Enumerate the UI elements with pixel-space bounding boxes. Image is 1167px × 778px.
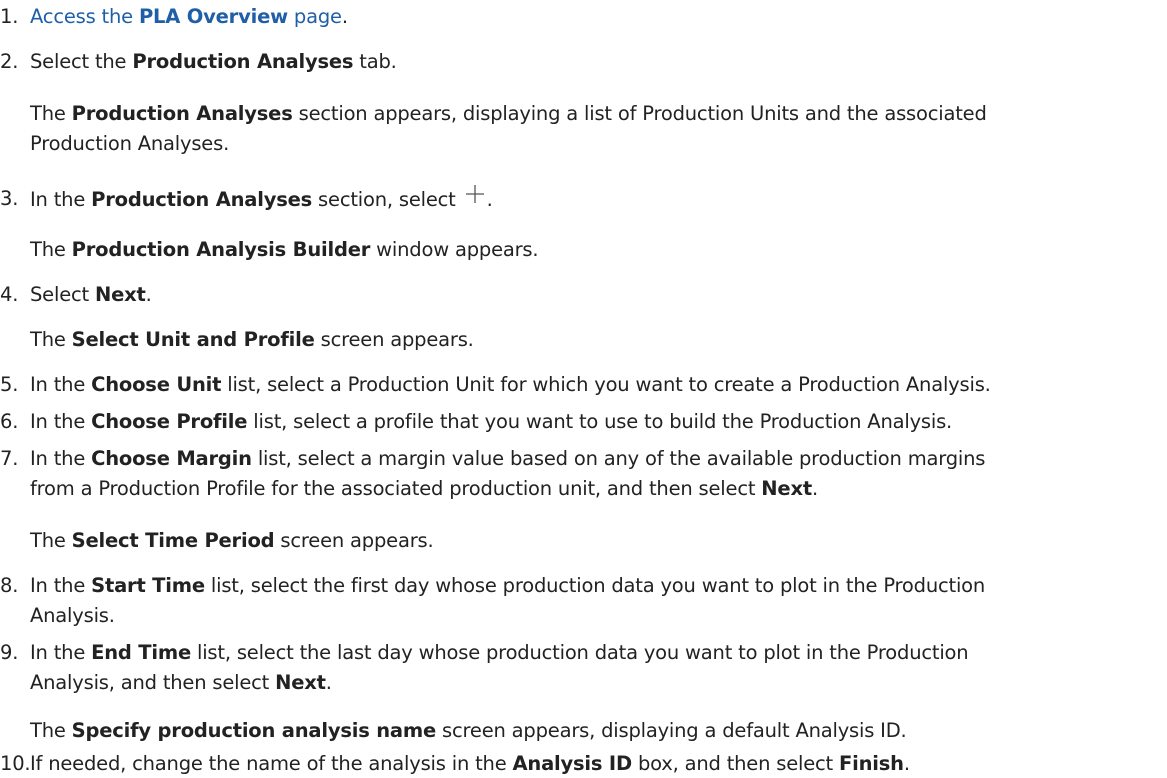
plus-icon: [465, 184, 485, 204]
step-number: 2.: [0, 50, 19, 73]
step-number: 7.: [0, 447, 19, 470]
step-7-result: The Select Time Period screen appears.: [30, 529, 434, 552]
step-text: In the Production Analyses section, sele…: [30, 184, 493, 214]
step-text: In the Start Time list, select the first…: [30, 574, 986, 597]
step-text: Select the Production Analyses tab.: [30, 50, 397, 73]
step-number: 8.: [0, 574, 19, 597]
step-8-line-2: Analysis.: [30, 604, 115, 627]
step-number: 10.: [0, 752, 31, 775]
step-text: In the Choose Profile list, select a pro…: [30, 410, 953, 433]
step-text: In the End Time list, select the last da…: [30, 641, 969, 664]
step-3-result: The Production Analysis Builder window a…: [30, 238, 539, 261]
pla-overview-link[interactable]: Access the PLA Overview page: [30, 5, 342, 28]
step-text: In the Choose Margin list, select a marg…: [30, 447, 986, 470]
step-number: 1.: [0, 5, 19, 28]
step-text: Select Next.: [30, 283, 152, 306]
step-number: 6.: [0, 410, 19, 433]
step-number: 4.: [0, 283, 19, 306]
step-2-result-line-1: The Production Analyses section appears,…: [30, 102, 987, 125]
procedure-steps: 1. Access the PLA Overview page. 2. Sele…: [0, 0, 1167, 775]
step-4-result: The Select Unit and Profile screen appea…: [30, 328, 474, 351]
step-number: 3.: [0, 187, 19, 210]
step-9-line-2: Analysis, and then select Next.: [30, 671, 332, 694]
step-2-result-line-2: Production Analyses.: [30, 132, 230, 155]
step-text: If needed, change the name of the analys…: [30, 752, 910, 775]
step-9-result: The Specify production analysis name scr…: [30, 719, 907, 742]
step-number: 9.: [0, 641, 19, 664]
step-number: 5.: [0, 373, 19, 396]
step-7-line-2: from a Production Profile for the associ…: [30, 477, 818, 500]
step-text: In the Choose Unit list, select a Produc…: [30, 373, 991, 396]
step-text: Access the PLA Overview page.: [30, 5, 348, 28]
